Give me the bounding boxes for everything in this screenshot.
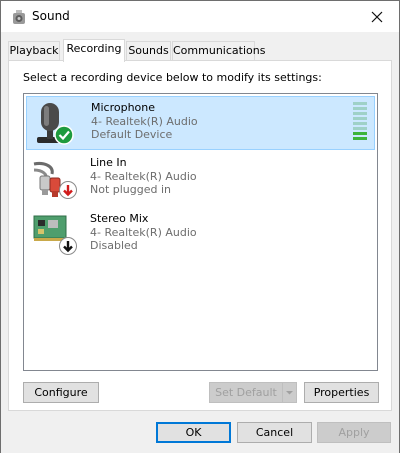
instructions-text: Select a recording device below to modif… — [23, 71, 322, 84]
device-line-in[interactable]: Line In 4- Realtek(R) Audio Not plugged … — [26, 152, 375, 206]
level-segment — [353, 122, 367, 125]
tab-recording[interactable]: Recording — [63, 39, 125, 62]
cancel-button[interactable]: Cancel — [237, 422, 312, 443]
level-segment — [353, 117, 367, 120]
chevron-down-icon — [286, 391, 293, 395]
level-segment — [353, 132, 367, 135]
set-default-button[interactable]: Set Default — [209, 382, 283, 403]
device-driver: 4- Realtek(R) Audio — [90, 226, 197, 239]
level-segment — [353, 107, 367, 110]
green-check-icon — [54, 125, 74, 145]
tab-communications[interactable]: Communications — [172, 41, 265, 61]
tab-label: Sounds — [128, 44, 169, 57]
tab-sounds[interactable]: Sounds — [126, 41, 171, 61]
microphone-icon — [31, 101, 81, 147]
device-status: Disabled — [90, 239, 138, 252]
device-driver: 4- Realtek(R) Audio — [91, 115, 198, 128]
set-default-dropdown[interactable] — [282, 382, 297, 403]
level-segment — [353, 127, 367, 130]
tab-label: Communications — [173, 44, 266, 57]
tab-label: Recording — [66, 42, 122, 55]
dialog-footer: OK Cancel Apply — [1, 411, 399, 453]
level-segment — [353, 112, 367, 115]
close-icon — [371, 11, 383, 22]
recording-panel: Select a recording device below to modif… — [8, 60, 392, 411]
ok-button[interactable]: OK — [156, 422, 231, 443]
tab-playback[interactable]: Playback — [8, 41, 60, 61]
level-meter — [353, 102, 367, 144]
close-button[interactable] — [355, 1, 399, 32]
device-status: Not plugged in — [90, 183, 172, 196]
sound-card-icon — [30, 212, 80, 258]
device-name: Stereo Mix — [90, 212, 149, 225]
device-list[interactable]: Microphone 4- Realtek(R) Audio Default D… — [23, 93, 378, 371]
title-bar: Sound — [1, 1, 399, 32]
line-in-icon — [30, 156, 80, 202]
device-driver: 4- Realtek(R) Audio — [90, 170, 197, 183]
device-name: Microphone — [91, 101, 156, 114]
properties-button[interactable]: Properties — [304, 382, 379, 403]
configure-button[interactable]: Configure — [23, 382, 99, 403]
device-status: Default Device — [91, 128, 173, 141]
device-stereo-mix[interactable]: Stereo Mix 4- Realtek(R) Audio Disabled — [26, 208, 375, 262]
speaker-icon — [11, 9, 27, 25]
apply-button[interactable]: Apply — [317, 422, 391, 443]
device-name: Line In — [90, 156, 127, 169]
level-segment — [353, 102, 367, 105]
window-title: Sound — [32, 9, 70, 23]
sound-dialog: Sound Playback Recording Sounds Communic… — [0, 0, 400, 453]
level-segment — [353, 137, 367, 140]
device-microphone[interactable]: Microphone 4- Realtek(R) Audio Default D… — [26, 96, 375, 150]
tab-label: Playback — [9, 44, 59, 57]
